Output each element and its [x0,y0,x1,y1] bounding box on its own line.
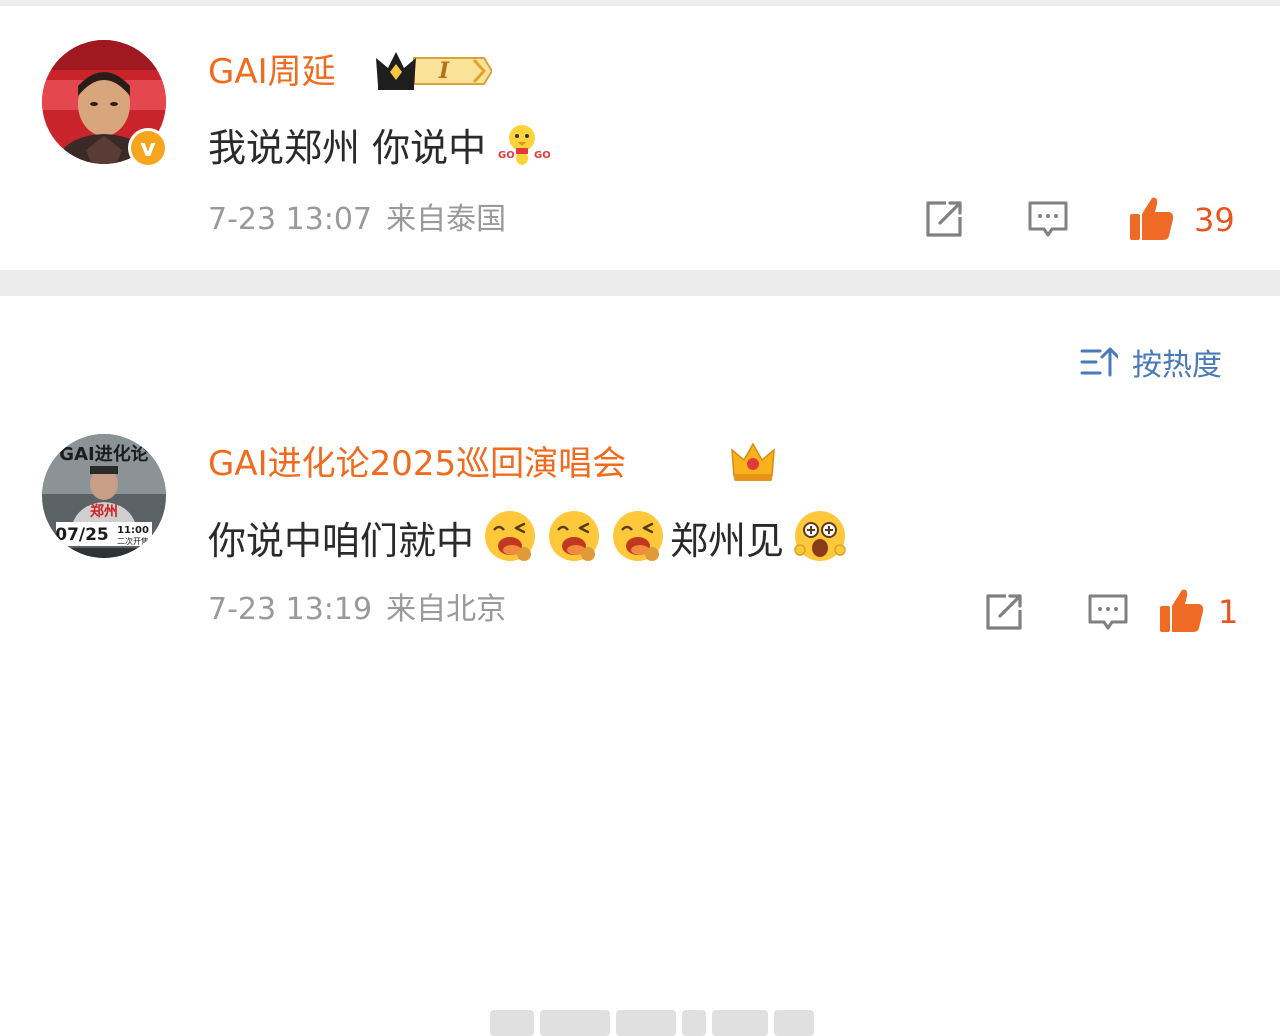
like-count: 39 [1194,201,1235,239]
comment-item: GAI进化论 郑州 07/25 11:00 二次开售 GAI进化论2025巡回演… [0,418,1280,1036]
drooling-face-emoji-icon [546,508,602,574]
svg-text:GO: GO [498,150,515,161]
gogogo-chick-emoji-icon: GO GO [494,118,551,178]
svg-text:GO: GO [534,150,550,161]
like-icon [1130,197,1174,240]
like-icon [1160,589,1204,632]
member-crown-badge-icon[interactable] [730,438,776,488]
comment-item: v GAI周延 I 我说郑州 你说中 GO GO 7-23 13:07 来自泰国… [0,6,1280,270]
comment-text: 你说中咱们就中 郑州见 [208,508,848,574]
share-icon [926,201,962,237]
comment-location: 来自北京 [386,592,507,627]
watermark-icon [490,1010,820,1036]
username[interactable]: GAI周延 [208,52,336,92]
comment-button[interactable] [1086,590,1130,638]
sort-by-hot-toggle[interactable]: 按热度 [1080,340,1222,384]
member-crown-badge-icon[interactable]: I [374,48,494,98]
share-icon [986,594,1022,630]
comment-text-content: 郑州见 [670,519,785,563]
comment-text-content: 我说郑州 你说中 [208,126,487,170]
drooling-face-emoji-icon [610,508,666,574]
avatar-title-text: GAI进化论 [59,443,149,465]
like-button[interactable] [1156,586,1206,640]
comment-meta: 7-23 13:19 来自北京 [208,592,506,628]
comment-date: 7-23 13:07 [208,202,373,237]
comment-date: 7-23 13:19 [208,592,373,627]
avatar-time-text: 11:00 [117,525,149,536]
section-divider [0,270,1280,296]
drooling-face-emoji-icon [482,508,538,574]
share-button[interactable] [922,197,966,245]
like-count: 1 [1218,593,1239,631]
avatar-sale-text: 二次开售 [117,536,149,546]
share-button[interactable] [982,590,1026,638]
sort-icon [1080,347,1118,377]
badge-level-text: I [438,58,450,84]
comment-text: 我说郑州 你说中 GO GO [208,118,551,178]
verified-badge-icon: v [128,128,168,168]
comment-icon [1088,594,1128,630]
comment-meta: 7-23 13:07 来自泰国 [208,202,506,238]
sort-label: 按热度 [1132,348,1222,383]
avatar-city-text: 郑州 [90,503,118,520]
username[interactable]: GAI进化论2025巡回演唱会 [208,444,626,484]
comment-text-content: 你说中咱们就中 [208,519,475,563]
comment-icon [1028,201,1068,237]
comment-button[interactable] [1026,197,1070,245]
avatar-date-text: 07/25 [55,525,109,545]
starry-eyed-face-emoji-icon [792,508,848,574]
comment-location: 来自泰国 [386,202,507,237]
like-button[interactable] [1126,194,1176,248]
avatar[interactable]: GAI进化论 郑州 07/25 11:00 二次开售 [42,434,166,558]
